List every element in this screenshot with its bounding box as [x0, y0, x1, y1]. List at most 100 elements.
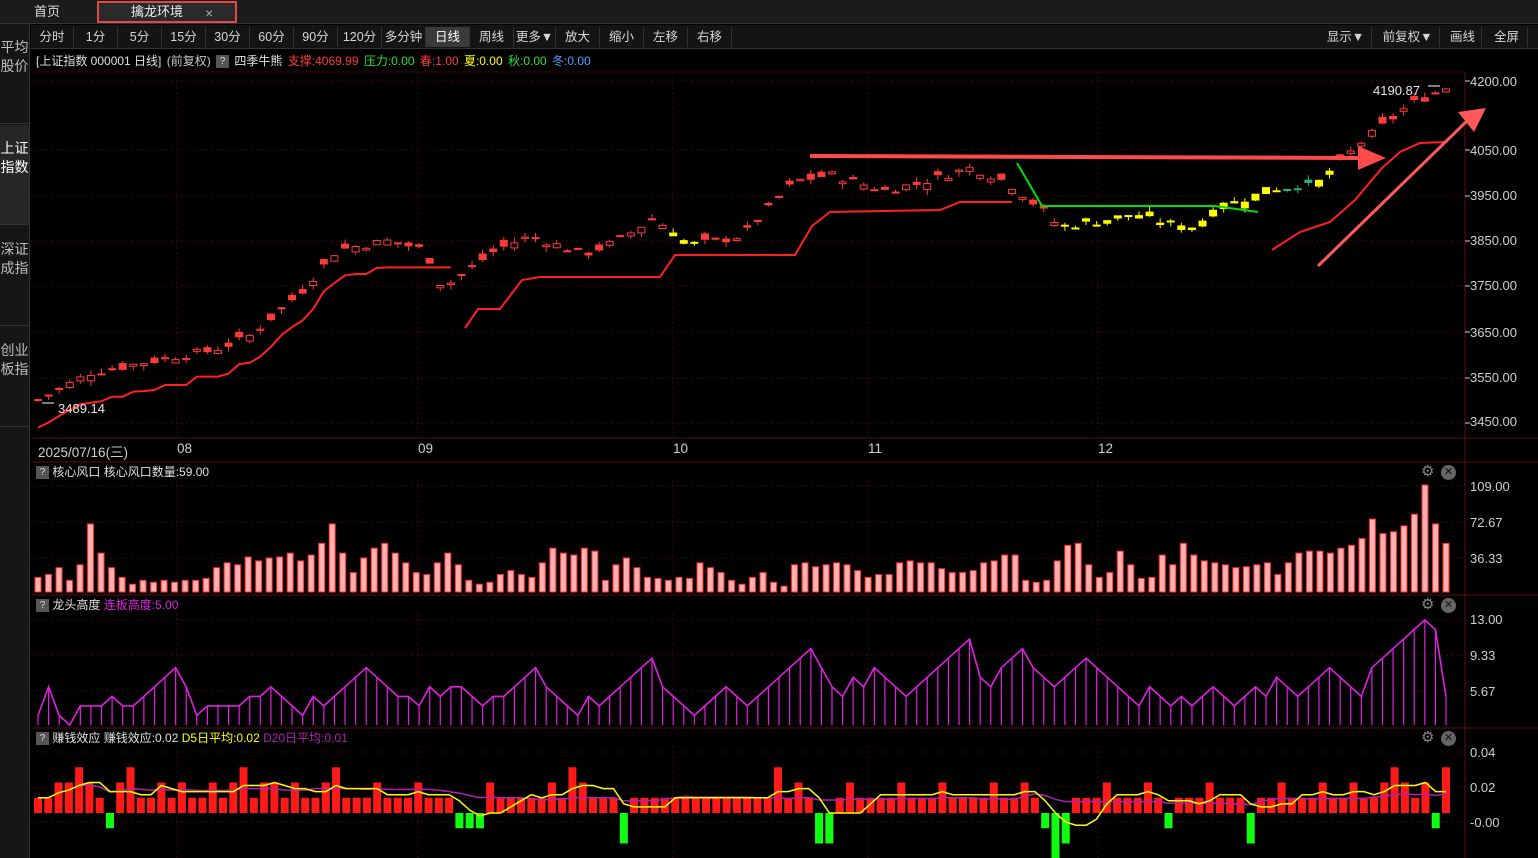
- panel3-d20: D20日平均:0.01: [263, 731, 348, 745]
- x-tick-label: 09: [418, 441, 434, 456]
- panel3-bar: [229, 782, 238, 813]
- panel1-bar: [738, 583, 746, 593]
- candle: [1283, 188, 1292, 191]
- help-icon[interactable]: ?: [36, 466, 49, 480]
- panel3-bar: [1359, 797, 1368, 813]
- panel1-bar: [1253, 564, 1261, 593]
- panel3-bar: [352, 797, 361, 813]
- candle: [499, 239, 508, 247]
- candle: [1240, 201, 1249, 209]
- panel2-name: 龙头高度: [52, 598, 101, 612]
- y-tick-label: 0.04: [1470, 745, 1496, 760]
- panel3-bar: [126, 767, 135, 813]
- panel3-bar: [105, 813, 114, 829]
- panel1-bar: [265, 557, 273, 593]
- panel3-bar: [218, 797, 227, 813]
- gear-icon[interactable]: ⚙: [1421, 464, 1437, 480]
- panel3-bar: [373, 782, 382, 813]
- candle: [1092, 224, 1101, 227]
- panel3-bar: [208, 782, 217, 813]
- close-icon[interactable]: ✕: [1441, 598, 1456, 613]
- panel1-bar: [675, 576, 683, 593]
- panel1-bar: [1242, 566, 1250, 593]
- panel3-bar: [403, 797, 412, 813]
- panel1-bar: [538, 562, 546, 593]
- candle: [383, 239, 392, 246]
- candle: [224, 342, 233, 347]
- candle: [690, 241, 699, 244]
- panel3-bar: [609, 797, 618, 813]
- y-tick-label: 3850.00: [1470, 233, 1517, 248]
- candle: [1399, 108, 1408, 112]
- panel3-bar: [311, 797, 320, 813]
- panel3-bar: [928, 797, 937, 813]
- candle: [277, 307, 286, 310]
- candle: [806, 173, 815, 180]
- help-icon[interactable]: ?: [36, 732, 49, 746]
- panel1-bar: [97, 552, 105, 593]
- panel1-bar: [812, 566, 820, 593]
- panel3-bar: [321, 782, 330, 813]
- panel3-bar: [1328, 797, 1337, 813]
- panel3-bar: [95, 797, 104, 813]
- panel3-bar: [815, 813, 824, 844]
- candle: [1357, 142, 1366, 147]
- candle: [108, 368, 117, 371]
- panel3-bar: [455, 813, 464, 829]
- candle: [573, 247, 582, 250]
- candle: [319, 259, 328, 265]
- y-tick-label: 36.33: [1470, 551, 1503, 566]
- candle: [753, 219, 762, 222]
- panel1-bar: [633, 567, 641, 593]
- y-tick-label: 0.02: [1470, 780, 1496, 795]
- panel1-bar: [1368, 518, 1376, 593]
- panel1-bar: [276, 556, 284, 593]
- panel3-bar: [1370, 797, 1379, 813]
- candle: [76, 376, 85, 382]
- panel3-bar: [167, 797, 176, 813]
- close-icon[interactable]: ✕: [1441, 465, 1456, 480]
- candle: [595, 244, 604, 251]
- panel1-bar: [780, 585, 788, 593]
- panel1-bar: [969, 570, 977, 593]
- panel1-bar: [402, 562, 410, 593]
- panel3-bar: [640, 797, 649, 813]
- panel1-bar: [1179, 542, 1187, 593]
- panel1-bar: [45, 573, 53, 593]
- panel3-bar: [619, 813, 628, 844]
- gear-icon[interactable]: ⚙: [1421, 597, 1437, 613]
- candle: [341, 243, 350, 249]
- candle: [436, 285, 445, 289]
- help-icon[interactable]: ?: [36, 599, 49, 613]
- candle: [1314, 179, 1323, 187]
- candle: [552, 243, 561, 249]
- candle: [1166, 220, 1175, 223]
- candle: [986, 178, 995, 183]
- panel1-bar: [1389, 531, 1397, 593]
- candle: [266, 313, 275, 321]
- close-icon[interactable]: ✕: [1441, 731, 1456, 746]
- y-tick-label: 72.67: [1470, 515, 1503, 530]
- candle: [870, 189, 879, 192]
- x-tick-label: 10: [673, 441, 689, 456]
- candle: [1251, 193, 1260, 201]
- panel1-bar: [139, 579, 147, 593]
- candle: [415, 244, 424, 247]
- candle: [86, 374, 95, 382]
- panel1-bar: [622, 557, 630, 593]
- candle: [1018, 196, 1027, 200]
- candle: [457, 274, 466, 277]
- candle: [1293, 188, 1302, 191]
- panel1-name: 核心风口: [52, 465, 101, 479]
- y-tick-label: 13.00: [1470, 612, 1503, 627]
- panel1-bar: [517, 573, 525, 593]
- candle: [393, 242, 402, 245]
- panel3-bar: [1411, 797, 1420, 813]
- panel1-bar: [234, 564, 242, 593]
- panel3-bar: [948, 797, 957, 813]
- gear-icon[interactable]: ⚙: [1421, 730, 1437, 746]
- x-tick-label: 08: [177, 441, 193, 456]
- low-price-label: 3489.14: [58, 401, 105, 416]
- candle: [1262, 187, 1271, 194]
- panel3-bar: [845, 782, 854, 813]
